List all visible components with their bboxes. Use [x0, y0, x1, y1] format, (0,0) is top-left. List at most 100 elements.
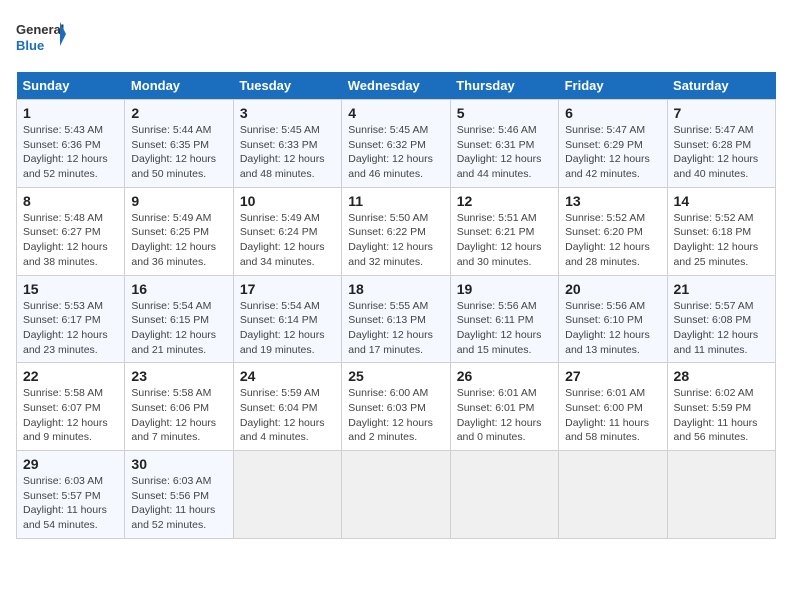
day-cell — [559, 451, 667, 539]
day-cell: 10Sunrise: 5:49 AM Sunset: 6:24 PM Dayli… — [233, 187, 341, 275]
day-number: 15 — [23, 281, 118, 297]
day-cell: 2 Sunrise: 5:44 AM Sunset: 6:35 PM Daylig… — [125, 100, 233, 188]
day-cell: 22Sunrise: 5:58 AM Sunset: 6:07 PM Dayli… — [17, 363, 125, 451]
day-cell: 3 Sunrise: 5:45 AM Sunset: 6:33 PM Daylig… — [233, 100, 341, 188]
day-cell: 1 Sunrise: 5:43 AM Sunset: 6:36 PM Daylig… — [17, 100, 125, 188]
day-cell: 17Sunrise: 5:54 AM Sunset: 6:14 PM Dayli… — [233, 275, 341, 363]
day-info: Sunrise: 6:02 AM Sunset: 5:59 PM Dayligh… — [674, 386, 769, 445]
day-info: Sunrise: 5:56 AM Sunset: 6:10 PM Dayligh… — [565, 299, 660, 358]
day-number: 17 — [240, 281, 335, 297]
svg-text:Blue: Blue — [16, 38, 44, 53]
day-info: Sunrise: 5:44 AM Sunset: 6:35 PM Dayligh… — [131, 123, 226, 182]
header-cell-friday: Friday — [559, 72, 667, 100]
day-number: 5 — [457, 105, 552, 121]
day-info: Sunrise: 6:03 AM Sunset: 5:57 PM Dayligh… — [23, 474, 118, 533]
week-row-4: 22Sunrise: 5:58 AM Sunset: 6:07 PM Dayli… — [17, 363, 776, 451]
day-info: Sunrise: 5:49 AM Sunset: 6:25 PM Dayligh… — [131, 211, 226, 270]
day-number: 2 — [131, 105, 226, 121]
day-info: Sunrise: 5:59 AM Sunset: 6:04 PM Dayligh… — [240, 386, 335, 445]
day-cell: 7 Sunrise: 5:47 AM Sunset: 6:28 PM Daylig… — [667, 100, 775, 188]
day-number: 8 — [23, 193, 118, 209]
day-number: 19 — [457, 281, 552, 297]
day-number: 30 — [131, 456, 226, 472]
day-number: 4 — [348, 105, 443, 121]
header-cell-sunday: Sunday — [17, 72, 125, 100]
day-info: Sunrise: 5:46 AM Sunset: 6:31 PM Dayligh… — [457, 123, 552, 182]
day-info: Sunrise: 6:00 AM Sunset: 6:03 PM Dayligh… — [348, 386, 443, 445]
week-row-3: 15 Sunrise: 5:53 AM Sunset: 6:17 PM Dayli… — [17, 275, 776, 363]
day-cell: 13 Sunrise: 5:52 AM Sunset: 6:20 PM Dayli… — [559, 187, 667, 275]
day-cell — [450, 451, 558, 539]
day-number: 21 — [674, 281, 769, 297]
day-number: 3 — [240, 105, 335, 121]
day-number: 6 — [565, 105, 660, 121]
week-row-5: 29 Sunrise: 6:03 AM Sunset: 5:57 PM Dayli… — [17, 451, 776, 539]
day-cell: 25 Sunrise: 6:00 AM Sunset: 6:03 PM Dayli… — [342, 363, 450, 451]
day-cell: 23 Sunrise: 5:58 AM Sunset: 6:06 PM Dayli… — [125, 363, 233, 451]
day-info: Sunrise: 5:51 AM Sunset: 6:21 PM Dayligh… — [457, 211, 552, 270]
day-info: Sunrise: 6:01 AM Sunset: 6:00 PM Dayligh… — [565, 386, 660, 445]
day-cell: 16Sunrise: 5:54 AM Sunset: 6:15 PM Dayli… — [125, 275, 233, 363]
day-info: Sunrise: 6:01 AM Sunset: 6:01 PM Dayligh… — [457, 386, 552, 445]
week-row-2: 8Sunrise: 5:48 AM Sunset: 6:27 PM Daylig… — [17, 187, 776, 275]
day-cell: 4Sunrise: 5:45 AM Sunset: 6:32 PM Daylig… — [342, 100, 450, 188]
day-cell: 19 Sunrise: 5:56 AM Sunset: 6:11 PM Dayli… — [450, 275, 558, 363]
day-info: Sunrise: 5:56 AM Sunset: 6:11 PM Dayligh… — [457, 299, 552, 358]
day-cell: 29 Sunrise: 6:03 AM Sunset: 5:57 PM Dayli… — [17, 451, 125, 539]
day-info: Sunrise: 5:47 AM Sunset: 6:29 PM Dayligh… — [565, 123, 660, 182]
day-info: Sunrise: 5:55 AM Sunset: 6:13 PM Dayligh… — [348, 299, 443, 358]
day-number: 24 — [240, 368, 335, 384]
day-number: 25 — [348, 368, 443, 384]
day-number: 29 — [23, 456, 118, 472]
logo-svg: General Blue — [16, 16, 66, 60]
day-number: 16 — [131, 281, 226, 297]
day-cell — [342, 451, 450, 539]
day-cell — [667, 451, 775, 539]
calendar-table: SundayMondayTuesdayWednesdayThursdayFrid… — [16, 72, 776, 539]
day-number: 23 — [131, 368, 226, 384]
day-number: 14 — [674, 193, 769, 209]
day-number: 1 — [23, 105, 118, 121]
day-cell: 18Sunrise: 5:55 AM Sunset: 6:13 PM Dayli… — [342, 275, 450, 363]
day-info: Sunrise: 5:58 AM Sunset: 6:06 PM Dayligh… — [131, 386, 226, 445]
day-cell: 28 Sunrise: 6:02 AM Sunset: 5:59 PM Dayli… — [667, 363, 775, 451]
day-number: 27 — [565, 368, 660, 384]
day-cell: 8Sunrise: 5:48 AM Sunset: 6:27 PM Daylig… — [17, 187, 125, 275]
header-cell-wednesday: Wednesday — [342, 72, 450, 100]
day-number: 10 — [240, 193, 335, 209]
day-number: 13 — [565, 193, 660, 209]
day-number: 11 — [348, 193, 443, 209]
header-cell-saturday: Saturday — [667, 72, 775, 100]
day-info: Sunrise: 5:57 AM Sunset: 6:08 PM Dayligh… — [674, 299, 769, 358]
day-info: Sunrise: 5:43 AM Sunset: 6:36 PM Dayligh… — [23, 123, 118, 182]
header-row: SundayMondayTuesdayWednesdayThursdayFrid… — [17, 72, 776, 100]
day-info: Sunrise: 5:52 AM Sunset: 6:20 PM Dayligh… — [565, 211, 660, 270]
day-number: 20 — [565, 281, 660, 297]
day-cell: 9 Sunrise: 5:49 AM Sunset: 6:25 PM Daylig… — [125, 187, 233, 275]
day-number: 9 — [131, 193, 226, 209]
day-cell: 15 Sunrise: 5:53 AM Sunset: 6:17 PM Dayli… — [17, 275, 125, 363]
day-info: Sunrise: 5:50 AM Sunset: 6:22 PM Dayligh… — [348, 211, 443, 270]
day-info: Sunrise: 5:52 AM Sunset: 6:18 PM Dayligh… — [674, 211, 769, 270]
day-info: Sunrise: 5:53 AM Sunset: 6:17 PM Dayligh… — [23, 299, 118, 358]
day-cell: 14 Sunrise: 5:52 AM Sunset: 6:18 PM Dayli… — [667, 187, 775, 275]
day-cell: 11 Sunrise: 5:50 AM Sunset: 6:22 PM Dayli… — [342, 187, 450, 275]
day-cell: 30Sunrise: 6:03 AM Sunset: 5:56 PM Dayli… — [125, 451, 233, 539]
day-cell: 21 Sunrise: 5:57 AM Sunset: 6:08 PM Dayli… — [667, 275, 775, 363]
day-number: 22 — [23, 368, 118, 384]
day-info: Sunrise: 5:45 AM Sunset: 6:33 PM Dayligh… — [240, 123, 335, 182]
day-cell: 27 Sunrise: 6:01 AM Sunset: 6:00 PM Dayli… — [559, 363, 667, 451]
header-cell-thursday: Thursday — [450, 72, 558, 100]
svg-text:General: General — [16, 22, 64, 37]
page-header: General Blue — [16, 16, 776, 60]
header-cell-tuesday: Tuesday — [233, 72, 341, 100]
day-number: 12 — [457, 193, 552, 209]
logo: General Blue — [16, 16, 66, 60]
day-number: 26 — [457, 368, 552, 384]
day-number: 7 — [674, 105, 769, 121]
day-cell: 26 Sunrise: 6:01 AM Sunset: 6:01 PM Dayli… — [450, 363, 558, 451]
day-number: 28 — [674, 368, 769, 384]
day-cell: 24 Sunrise: 5:59 AM Sunset: 6:04 PM Dayli… — [233, 363, 341, 451]
day-info: Sunrise: 5:47 AM Sunset: 6:28 PM Dayligh… — [674, 123, 769, 182]
day-cell: 20 Sunrise: 5:56 AM Sunset: 6:10 PM Dayli… — [559, 275, 667, 363]
